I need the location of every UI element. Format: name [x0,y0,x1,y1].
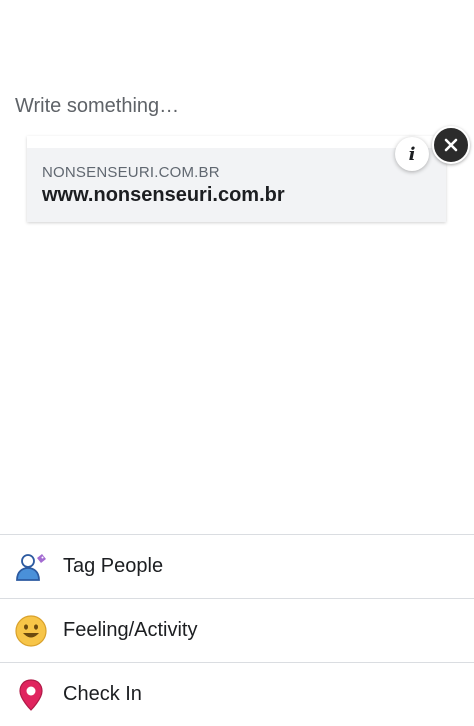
tag-people-icon [14,550,48,584]
composer-input[interactable]: Write something… [15,92,455,122]
info-button[interactable]: i [395,137,429,171]
info-icon: i [408,143,416,165]
smiley-icon [14,614,48,648]
check-in-row[interactable]: Check In [0,662,474,726]
location-pin-icon [14,678,48,712]
composer-actions: Tag People Feeling/Activity Check In [0,534,474,723]
feeling-activity-row[interactable]: Feeling/Activity [0,598,474,662]
feeling-activity-label: Feeling/Activity [63,619,198,641]
tag-people-row[interactable]: Tag People [0,534,474,598]
tag-people-label: Tag People [63,555,164,577]
link-title: www.nonsenseuri.com.br [42,184,285,206]
check-in-label: Check In [63,683,142,705]
remove-preview-button[interactable] [432,126,470,164]
close-icon [444,138,458,152]
link-preview-card[interactable]: NONSENSEURI.COM.BR www.nonsenseuri.com.b… [27,136,446,222]
link-domain: NONSENSEURI.COM.BR [42,164,220,181]
